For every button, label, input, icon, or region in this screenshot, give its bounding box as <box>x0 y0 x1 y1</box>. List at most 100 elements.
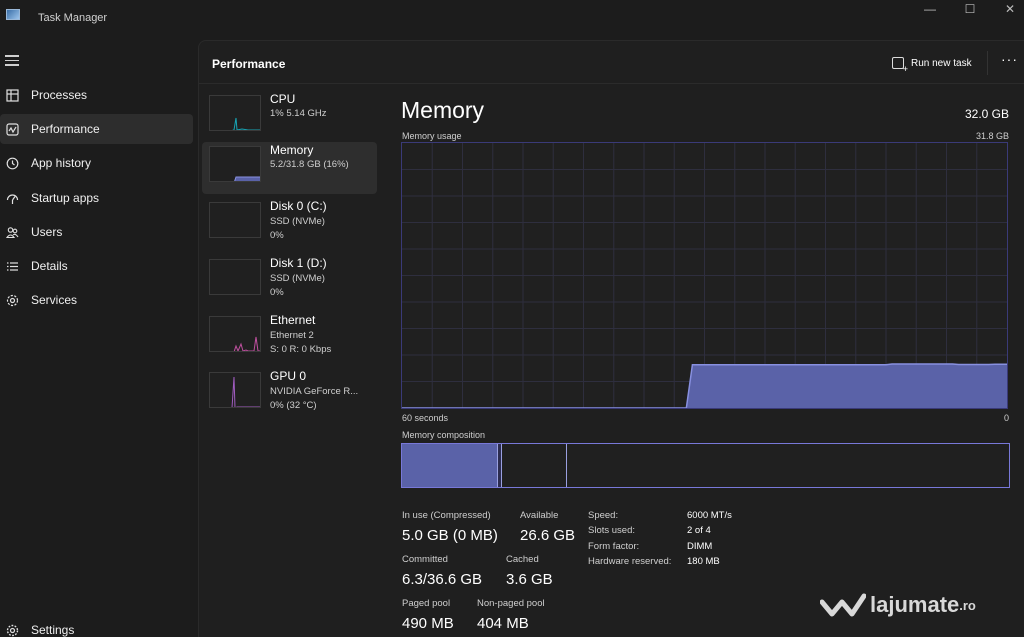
graph-time-label: 60 seconds <box>402 413 449 423</box>
sidebar-item-label: Services <box>31 293 78 307</box>
in-use-value: 5.0 GB (0 MB) <box>402 527 498 544</box>
run-new-task-label: Run new task <box>911 57 972 69</box>
memory-composition-label: Memory composition <box>402 430 486 440</box>
device-detail: 5.2/31.8 GB (16%) <box>270 159 349 170</box>
ethernet-thumbnail-graph <box>209 316 261 352</box>
memory-usage-label: Memory usage <box>402 131 462 141</box>
users-icon <box>5 225 19 239</box>
device-detail: 1% 5.14 GHz <box>270 108 327 119</box>
slots-used-value: 2 of 4 <box>687 525 711 536</box>
committed-value: 6.3/36.6 GB <box>402 571 483 588</box>
page-title: Performance <box>212 57 286 71</box>
gear-icon <box>5 623 19 637</box>
device-usage: 0% <box>270 230 284 241</box>
cpu-thumbnail-graph <box>209 95 261 131</box>
minimize-button[interactable]: — <box>910 0 950 18</box>
non-paged-pool-label: Non-paged pool <box>477 598 545 609</box>
device-item-cpu[interactable]: CPU 1% 5.14 GHz <box>202 91 377 143</box>
performance-page: Performance Run new task ··· CPU 1% 5.14… <box>198 40 1024 637</box>
sidebar-item-performance[interactable]: Performance <box>0 114 193 144</box>
sidebar-item-app-history[interactable]: App history <box>0 148 193 178</box>
available-value: 26.6 GB <box>520 527 576 544</box>
sidebar-item-users[interactable]: Users <box>0 217 193 247</box>
committed-label: Committed <box>402 554 448 565</box>
sidebar-item-label: App history <box>31 156 92 170</box>
device-usage: 0% (32 °C) <box>270 400 317 411</box>
lajumate-watermark: lajumate .ro <box>820 592 976 618</box>
device-detail: Ethernet 2 <box>270 330 314 341</box>
device-item-ethernet[interactable]: Ethernet Ethernet 2 S: 0 R: 0 Kbps <box>202 312 377 364</box>
run-task-icon <box>892 57 908 74</box>
device-name: Ethernet <box>270 313 316 327</box>
watermark-brand: lajumate <box>870 592 960 617</box>
device-item-disk-1[interactable]: Disk 1 (D:) SSD (NVMe) 0% <box>202 255 377 307</box>
sidebar-item-label: Details <box>31 259 68 273</box>
memory-usage-graph <box>401 142 1008 409</box>
memory-usage-max: 31.8 GB <box>975 131 1009 141</box>
sidebar-item-label: Processes <box>31 88 88 102</box>
speed-label: Speed: <box>588 510 619 521</box>
title-bar: Task Manager — ☐ ✕ <box>0 0 1024 40</box>
memory-thumbnail-graph <box>209 146 261 182</box>
sidebar-item-startup-apps[interactable]: Startup apps <box>0 183 193 213</box>
device-usage: S: 0 R: 0 Kbps <box>270 344 332 355</box>
watermark-tld: .ro <box>959 597 976 613</box>
history-icon <box>5 156 19 170</box>
device-item-gpu-0[interactable]: GPU 0 NVIDIA GeForce R... 0% (32 °C) <box>202 368 377 420</box>
gpu-thumbnail-graph <box>209 372 261 408</box>
sidebar-item-services[interactable]: Services <box>0 285 193 315</box>
device-name: GPU 0 <box>270 369 307 383</box>
memory-composition-bar <box>401 443 1010 488</box>
sidebar-item-label: Settings <box>31 623 75 637</box>
sidebar-nav: Processes Performance App history Startu… <box>0 40 198 637</box>
graph-zero-label: 0 <box>1003 413 1009 423</box>
device-detail: SSD (NVMe) <box>270 216 325 227</box>
device-usage: 0% <box>270 287 284 298</box>
available-label: Available <box>520 510 559 521</box>
device-detail: SSD (NVMe) <box>270 273 325 284</box>
device-name: Disk 0 (C:) <box>270 199 327 213</box>
cached-value: 3.6 GB <box>506 571 553 588</box>
form-factor-value: DIMM <box>687 541 713 552</box>
cached-label: Cached <box>506 554 539 565</box>
sidebar-item-processes[interactable]: Processes <box>0 80 193 110</box>
header-divider <box>987 51 988 75</box>
paged-pool-value: 490 MB <box>402 615 454 632</box>
device-name: Memory <box>270 143 314 157</box>
processes-icon <box>5 88 19 102</box>
slots-used-label: Slots used: <box>588 525 635 536</box>
hamburger-menu-icon[interactable] <box>5 55 19 69</box>
disk-1-thumbnail-graph <box>209 259 261 295</box>
sidebar-item-label: Startup apps <box>31 191 100 205</box>
device-item-disk-0[interactable]: Disk 0 (C:) SSD (NVMe) 0% <box>202 198 377 250</box>
services-icon <box>5 293 19 307</box>
watermark-logo-icon <box>820 593 866 617</box>
run-new-task-button[interactable]: Run new task <box>892 55 972 74</box>
header-separator <box>199 83 1024 84</box>
hardware-reserved-value: 180 MB <box>687 556 720 567</box>
close-button[interactable]: ✕ <box>990 0 1024 18</box>
form-factor-label: Form factor: <box>588 541 640 552</box>
more-options-button[interactable]: ··· <box>1001 51 1018 67</box>
hardware-reserved-label: Hardware reserved: <box>588 556 672 567</box>
memory-usage-chart <box>402 143 1007 409</box>
sidebar-item-settings[interactable]: Settings <box>0 615 193 637</box>
window-title: Task Manager <box>38 12 108 24</box>
speed-value: 6000 MT/s <box>687 510 732 521</box>
disk-0-thumbnail-graph <box>209 202 261 238</box>
memory-heading: Memory <box>401 97 485 123</box>
composition-in-use <box>402 444 498 487</box>
in-use-label: In use (Compressed) <box>402 510 491 521</box>
sidebar-item-label: Performance <box>31 122 100 136</box>
device-item-memory[interactable]: Memory 5.2/31.8 GB (16%) <box>202 142 377 194</box>
performance-icon <box>5 122 19 136</box>
details-icon <box>5 259 19 273</box>
paged-pool-label: Paged pool <box>402 598 451 609</box>
startup-icon <box>5 191 19 205</box>
sidebar-item-label: Users <box>31 225 63 239</box>
maximize-button[interactable]: ☐ <box>950 0 990 18</box>
composition-standby <box>502 444 567 487</box>
device-name: Disk 1 (D:) <box>270 256 327 270</box>
memory-total: 32.0 GB <box>964 107 1009 121</box>
sidebar-item-details[interactable]: Details <box>0 251 193 281</box>
